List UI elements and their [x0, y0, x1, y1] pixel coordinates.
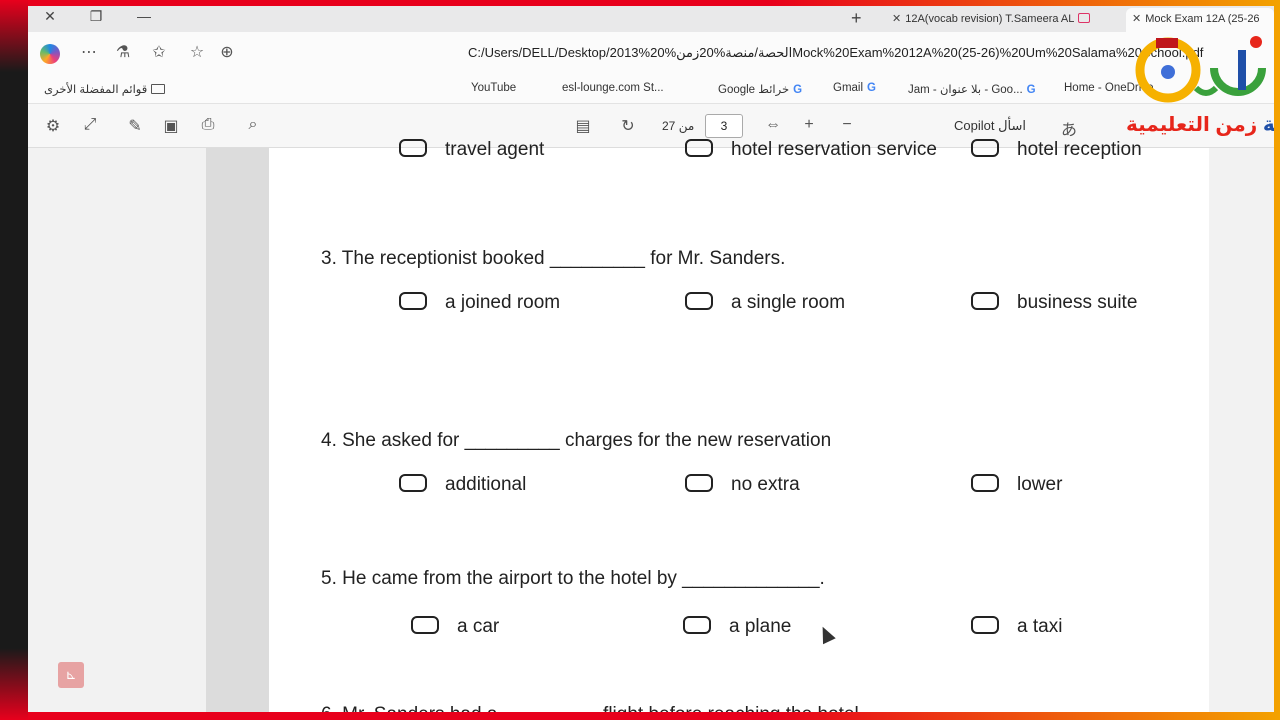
pdf-page: travel agent hotel reservation service h… [269, 139, 1209, 712]
answer-option[interactable]: a car [411, 616, 499, 638]
fullscreen-icon[interactable]: ⤢ [79, 116, 101, 134]
page-view-icon[interactable]: ▤ [572, 116, 594, 136]
checkbox-icon[interactable] [685, 292, 713, 310]
page-count: من 27 [662, 119, 695, 133]
viewer-gutter [206, 148, 269, 712]
bookmark-jam[interactable]: Jam - بلا عنوان - Goo... G [908, 82, 1036, 96]
tab-label: Mock Exam 12A (25-26 [1145, 13, 1260, 25]
bookmark-esl-lounge[interactable]: esl-lounge.com St... [562, 82, 664, 94]
rotate-icon[interactable]: ↻ [617, 116, 639, 136]
add-favorite-icon[interactable]: ☆ [186, 42, 208, 62]
close-window-icon[interactable]: ✕ [38, 8, 62, 25]
bookmark-gmail[interactable]: Gmail G [833, 82, 876, 94]
new-tab-icon[interactable]: + [851, 8, 862, 29]
answer-option[interactable]: a taxi [971, 616, 1062, 638]
url-field[interactable]: C:/Users/DELL/Desktop/2013%الحصة/منصة%20… [468, 45, 1203, 61]
pdf-file-icon[interactable]: ⊾ [58, 662, 84, 688]
question-3: 3. The receptionist booked _________ for… [321, 248, 786, 269]
ask-copilot-button[interactable]: Copilot اسأل [954, 118, 1026, 134]
tab-close-icon[interactable]: ✕ [892, 13, 901, 25]
title-bar: ✕ ❐ — + ✕ 12A(vocab revision) T.Sameera A… [28, 6, 1274, 32]
answer-option[interactable]: additional [399, 474, 526, 496]
answer-option[interactable]: a single room [685, 292, 845, 314]
answer-option[interactable]: no extra [685, 474, 800, 496]
question-4: 4. She asked for _________ charges for t… [321, 430, 832, 451]
zoom-in-icon[interactable]: + [798, 116, 820, 134]
google-icon: G [1026, 84, 1036, 96]
bookmark-google-maps[interactable]: Google خرائط G [718, 82, 802, 96]
bookmark-youtube[interactable]: YouTube [471, 82, 516, 94]
answer-option[interactable]: a joined room [399, 292, 560, 314]
checkbox-icon[interactable] [685, 139, 713, 157]
browser-window: ✕ ❐ — + ✕ 12A(vocab revision) T.Sameera A… [28, 6, 1274, 712]
folder-icon [151, 84, 166, 94]
bookmarks-bar: قوائم المفضلة الأخرى YouTube esl-lounge.… [28, 76, 1274, 104]
pdf-viewer: ⊾ travel agent hotel reservation service… [28, 139, 1274, 712]
zoom-icon[interactable]: ⊕ [216, 42, 238, 62]
restore-window-icon[interactable]: ❐ [84, 8, 108, 25]
copilot-icon[interactable] [40, 44, 60, 64]
google-icon: G [793, 84, 803, 96]
zoom-out-icon[interactable]: − [836, 116, 858, 134]
google-icon: G [867, 82, 876, 94]
checkbox-icon[interactable] [971, 474, 999, 492]
checkbox-icon[interactable] [399, 474, 427, 492]
answer-option[interactable]: travel agent [399, 139, 544, 161]
zaman-platform-logo: منصة زمن التعليمية [1126, 28, 1274, 148]
address-bar: ⋯ ⚗ ✩ ☆ ⊕ C:/Users/DELL/Desktop/2013%الح… [28, 32, 1274, 76]
answer-option[interactable]: a plane [683, 616, 791, 638]
more-icon[interactable]: ⋯ [78, 42, 100, 62]
question-5: 5. He came from the airport to the hotel… [321, 568, 825, 589]
edit-icon[interactable]: ✎ [124, 116, 146, 136]
page-number-input[interactable]: 3 [705, 114, 743, 138]
translate-icon[interactable]: あ [1058, 116, 1080, 140]
video-frame-left [0, 0, 28, 720]
minimize-window-icon[interactable]: — [132, 8, 156, 24]
save-icon[interactable]: ▣ [160, 116, 182, 136]
print-icon[interactable]: ⎙ [197, 116, 219, 134]
checkbox-icon[interactable] [399, 139, 427, 157]
answer-option[interactable]: hotel reservation service [685, 139, 937, 161]
question-6: 6. Mr. Sanders had a _________ flight be… [321, 704, 859, 712]
other-favorites[interactable]: قوائم المفضلة الأخرى [44, 82, 166, 96]
checkbox-icon[interactable] [971, 292, 999, 310]
fit-width-icon[interactable]: ⇔ [762, 116, 784, 134]
checkbox-icon[interactable] [683, 616, 711, 634]
answer-option[interactable]: lower [971, 474, 1062, 496]
mouse-cursor-icon [816, 623, 836, 645]
checkbox-icon[interactable] [971, 616, 999, 634]
checkbox-icon[interactable] [399, 292, 427, 310]
tab-close-icon[interactable]: ✕ [1132, 13, 1141, 25]
logo-graphic [1135, 36, 1266, 103]
search-icon[interactable]: ⌕ [242, 116, 264, 134]
tab-vocab-revision[interactable]: ✕ 12A(vocab revision) T.Sameera AL [886, 8, 1126, 32]
read-aloud-icon[interactable]: ⚗ [112, 42, 134, 62]
checkbox-icon[interactable] [971, 139, 999, 157]
logo-text: منصة زمن التعليمية [1126, 114, 1274, 136]
pdf-tab-icon [1078, 13, 1091, 23]
favorites-icon[interactable]: ✩ [148, 42, 170, 62]
checkbox-icon[interactable] [411, 616, 439, 634]
answer-option[interactable]: hotel reception [971, 139, 1142, 161]
tab-label: 12A(vocab revision) T.Sameera AL [905, 13, 1075, 25]
settings-icon[interactable]: ⚙ [42, 116, 64, 136]
answer-option[interactable]: business suite [971, 292, 1137, 314]
checkbox-icon[interactable] [685, 474, 713, 492]
